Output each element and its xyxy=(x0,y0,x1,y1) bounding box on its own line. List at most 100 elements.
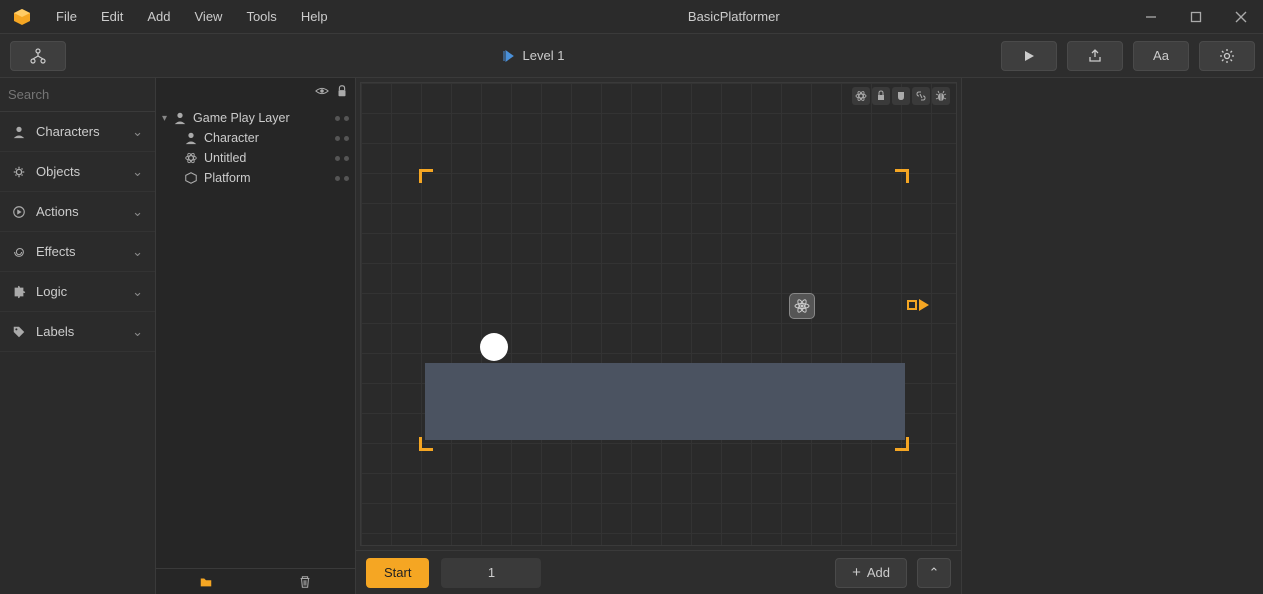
physics-object[interactable] xyxy=(789,293,815,319)
hierarchy-icon xyxy=(29,47,47,65)
atom-icon xyxy=(855,90,867,102)
layer-row[interactable]: ▾ Game Play Layer xyxy=(156,108,355,128)
start-frame-button[interactable]: Start xyxy=(366,558,429,588)
window-controls xyxy=(1128,0,1263,34)
viewport-frame-corner xyxy=(419,169,433,183)
person-icon xyxy=(173,111,187,125)
settings-button[interactable] xyxy=(1199,41,1255,71)
viewport[interactable] xyxy=(360,82,957,546)
atom-icon xyxy=(184,151,198,165)
hierarchy-button[interactable] xyxy=(10,41,66,71)
font-button[interactable]: Aa xyxy=(1133,41,1189,71)
category-actions[interactable]: Actions ⌄ xyxy=(0,192,155,232)
chevron-down-icon: ⌄ xyxy=(132,284,143,300)
category-effects[interactable]: Effects ⌄ xyxy=(0,232,155,272)
outline-item-label: Platform xyxy=(204,171,251,185)
chevron-down-icon: ⌄ xyxy=(132,244,143,260)
library-sidebar: Characters ⌄ Objects ⌄ Actions ⌄ Effects… xyxy=(0,78,156,594)
category-characters[interactable]: Characters ⌄ xyxy=(0,112,155,152)
handle-square-icon xyxy=(907,300,917,310)
maximize-button[interactable] xyxy=(1173,0,1218,34)
puzzle-icon xyxy=(12,285,26,299)
minimize-button[interactable] xyxy=(1128,0,1173,34)
folder-icon[interactable] xyxy=(199,575,213,589)
gear-small-icon xyxy=(12,165,26,179)
snap-toggle-button[interactable] xyxy=(892,87,910,105)
trash-icon[interactable] xyxy=(298,575,312,589)
outline-panel: ▾ Game Play Layer Character Untitled Pla… xyxy=(156,78,356,594)
atom-icon xyxy=(794,298,810,314)
play-icon xyxy=(1022,49,1036,63)
play-circle-icon xyxy=(12,205,26,219)
menu-bar: File Edit Add View Tools Help xyxy=(44,0,340,34)
category-label: Objects xyxy=(36,164,80,179)
lock-icon xyxy=(875,90,887,102)
category-objects[interactable]: Objects ⌄ xyxy=(0,152,155,192)
export-button[interactable] xyxy=(1067,41,1123,71)
layer-label: Game Play Layer xyxy=(193,111,290,125)
inspector-panel xyxy=(961,78,1263,594)
menu-add[interactable]: Add xyxy=(135,0,182,34)
magnet-icon xyxy=(895,90,907,102)
camera-extent-handle[interactable] xyxy=(907,299,929,311)
plus-icon: + xyxy=(852,565,861,580)
debug-toggle-button[interactable] xyxy=(932,87,950,105)
person-icon xyxy=(12,125,26,139)
top-toolbar: Level 1 Aa xyxy=(0,34,1263,78)
export-icon xyxy=(1087,48,1103,64)
menu-tools[interactable]: Tools xyxy=(234,0,288,34)
viewport-frame-corner xyxy=(895,169,909,183)
chevron-down-icon: ⌄ xyxy=(132,204,143,220)
category-label: Labels xyxy=(36,324,74,339)
close-button[interactable] xyxy=(1218,0,1263,34)
canvas-area: Start 1 + Add ⌃ xyxy=(356,78,961,594)
title-bar: File Edit Add View Tools Help BasicPlatf… xyxy=(0,0,1263,34)
lock-toggle-button[interactable] xyxy=(872,87,890,105)
character-object[interactable] xyxy=(480,333,508,361)
category-label: Actions xyxy=(36,204,79,219)
physics-toggle-button[interactable] xyxy=(852,87,870,105)
outline-item-character[interactable]: Character xyxy=(156,128,355,148)
lock-icon[interactable] xyxy=(335,84,349,98)
add-label: Add xyxy=(867,565,890,580)
chevron-down-icon: ⌄ xyxy=(132,164,143,180)
category-logic[interactable]: Logic ⌄ xyxy=(0,272,155,312)
tag-icon xyxy=(12,325,26,339)
viewport-toolbar xyxy=(852,87,950,105)
link-toggle-button[interactable] xyxy=(912,87,930,105)
search-row xyxy=(0,78,155,112)
frame-number-field[interactable]: 1 xyxy=(441,558,541,588)
chevron-down-icon: ▾ xyxy=(162,113,167,124)
person-icon xyxy=(184,131,198,145)
scene-name-label[interactable]: Level 1 xyxy=(523,48,565,63)
category-label: Logic xyxy=(36,284,67,299)
arrow-right-icon xyxy=(919,299,929,311)
platform-object[interactable] xyxy=(425,363,905,440)
outline-item-untitled[interactable]: Untitled xyxy=(156,148,355,168)
timeline-footer: Start 1 + Add ⌃ xyxy=(356,550,961,594)
hexagon-icon xyxy=(184,171,198,185)
play-button[interactable] xyxy=(1001,41,1057,71)
menu-view[interactable]: View xyxy=(183,0,235,34)
category-labels[interactable]: Labels ⌄ xyxy=(0,312,155,352)
link-icon xyxy=(915,90,927,102)
eye-icon[interactable] xyxy=(315,84,329,98)
gear-icon xyxy=(1219,48,1235,64)
font-icon: Aa xyxy=(1153,48,1169,63)
bug-icon xyxy=(935,90,947,102)
add-frame-button[interactable]: + Add xyxy=(835,558,907,588)
chevron-down-icon: ⌄ xyxy=(132,124,143,140)
menu-edit[interactable]: Edit xyxy=(89,0,135,34)
menu-file[interactable]: File xyxy=(44,0,89,34)
menu-help[interactable]: Help xyxy=(289,0,340,34)
app-logo-icon xyxy=(12,7,32,27)
category-label: Effects xyxy=(36,244,76,259)
window-title: BasicPlatformer xyxy=(340,9,1128,24)
spiral-icon xyxy=(12,245,26,259)
outline-item-platform[interactable]: Platform xyxy=(156,168,355,188)
outline-item-label: Untitled xyxy=(204,151,246,165)
expand-timeline-button[interactable]: ⌃ xyxy=(917,558,951,588)
category-label: Characters xyxy=(36,124,100,139)
chevron-up-icon: ⌃ xyxy=(929,565,940,581)
play-forward-icon xyxy=(501,49,515,63)
